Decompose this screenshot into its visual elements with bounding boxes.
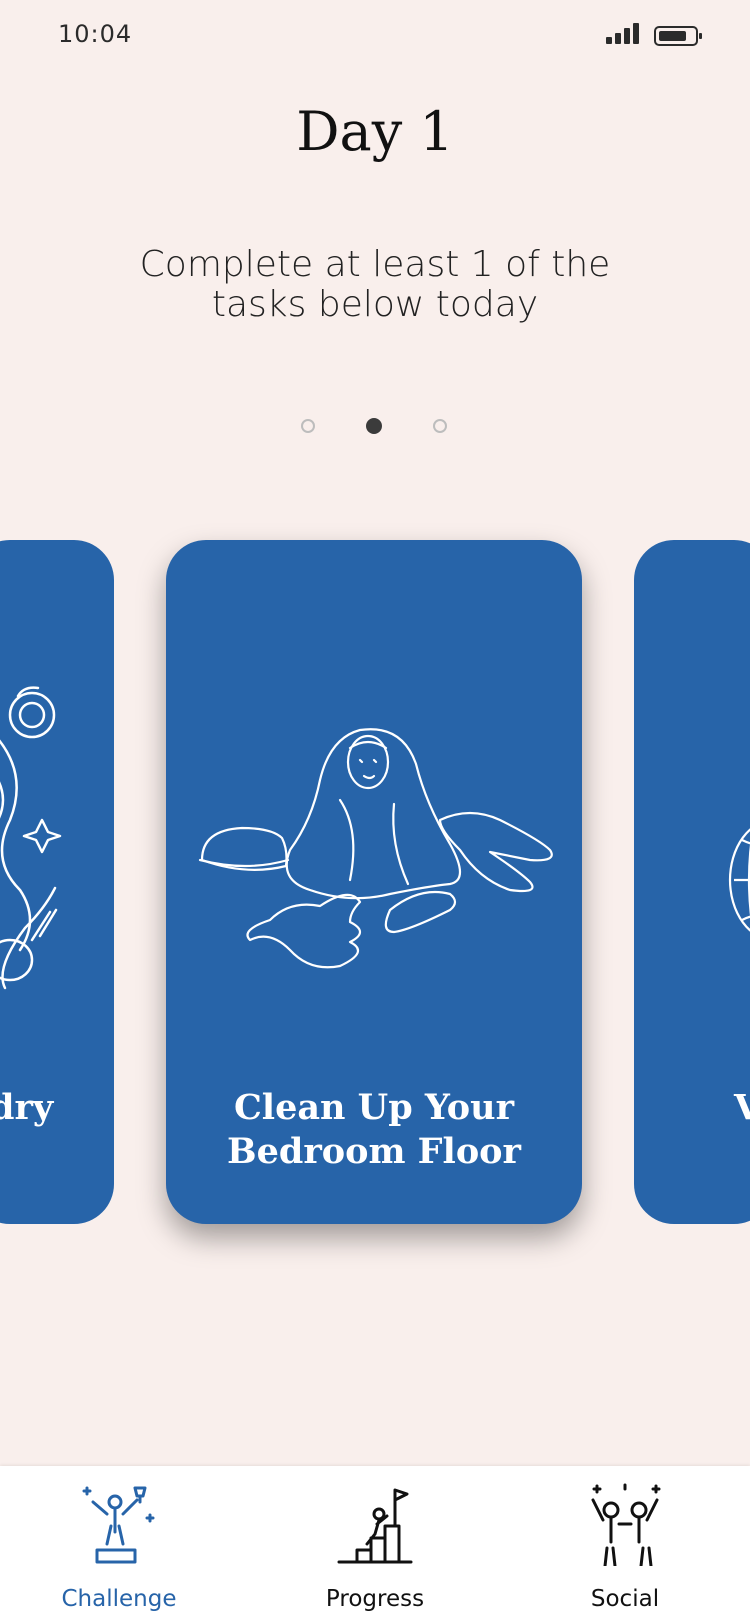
card-title-fragment: V: [734, 1087, 750, 1128]
bottom-nav: Challenge Progress Social: [0, 1466, 750, 1624]
task-card-clean-bedroom-floor[interactable]: Clean Up Your Bedroom Floor: [166, 540, 582, 1224]
page-indicator: [0, 418, 750, 437]
laundry-illustration-icon: [0, 686, 62, 990]
card-title-fragment: dry: [0, 1087, 54, 1128]
task-card-next[interactable]: V: [634, 540, 750, 1224]
page-dot[interactable]: [433, 419, 447, 433]
nav-social[interactable]: Social: [500, 1466, 750, 1624]
instructions-text: Complete at least 1 of the tasks below t…: [139, 244, 611, 325]
nav-label-social: Social: [590, 1586, 660, 1612]
status-time: 10:04: [58, 20, 133, 48]
card-title: Clean Up Your Bedroom Floor: [227, 1087, 521, 1172]
bedroom-floor-illustration-icon: [198, 728, 553, 969]
nav-progress[interactable]: Progress: [250, 1466, 500, 1624]
page-title: Day 1: [296, 100, 454, 163]
globe-illustration-icon: [728, 828, 750, 932]
page-dot[interactable]: [301, 419, 315, 433]
nav-challenge[interactable]: Challenge: [0, 1466, 244, 1624]
friends-celebrate-icon: [591, 1483, 661, 1566]
signal-icon: [606, 23, 639, 44]
status-bar: 10:04: [0, 0, 750, 72]
task-card-laundry[interactable]: dry: [0, 540, 114, 1224]
trophy-podium-icon: [82, 1486, 155, 1564]
battery-icon: [654, 26, 702, 46]
page-dot-active[interactable]: [366, 418, 382, 434]
nav-label-progress: Progress: [325, 1586, 425, 1612]
climb-steps-flag-icon: [337, 1488, 413, 1564]
nav-label-challenge: Challenge: [61, 1586, 177, 1612]
